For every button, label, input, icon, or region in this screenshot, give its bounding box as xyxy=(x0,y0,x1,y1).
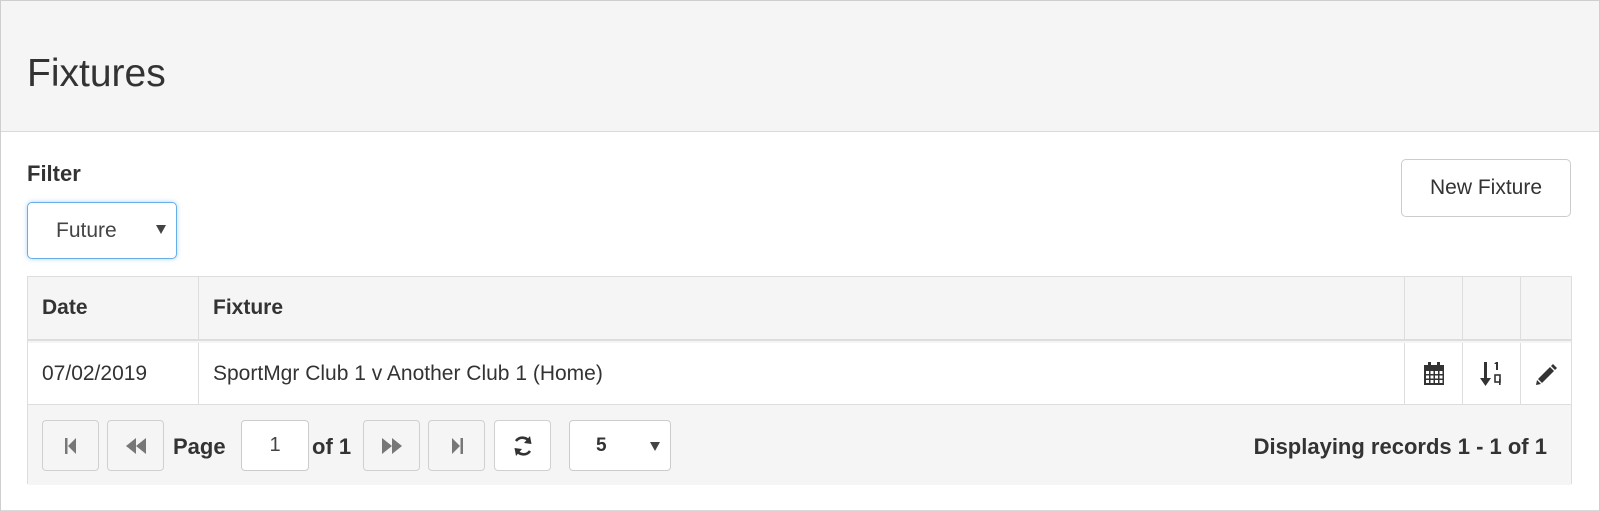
page-count-label: of 1 xyxy=(312,434,352,459)
record-count-text: Displaying records 1 - 1 of 1 xyxy=(1253,434,1547,459)
fixtures-panel: Fixtures Filter Future New Fixture Date … xyxy=(0,0,1600,511)
column-header-label: Date xyxy=(42,296,88,319)
next-page-button[interactable] xyxy=(363,420,420,471)
fixture-value: SportMgr Club 1 v Another Club 1 (Home) xyxy=(213,361,603,385)
sort-button[interactable] xyxy=(1463,343,1521,404)
refresh-icon xyxy=(514,435,531,456)
edit-button[interactable] xyxy=(1521,343,1573,404)
page-number-input[interactable]: 1 xyxy=(241,420,309,471)
filter-label: Filter xyxy=(27,161,81,186)
column-header-date[interactable]: Date xyxy=(28,277,199,339)
page-size-value: 5 xyxy=(596,435,607,456)
dropdown-caret-icon xyxy=(650,442,660,451)
new-fixture-button[interactable]: New Fixture xyxy=(1401,159,1571,217)
dropdown-caret-icon xyxy=(156,225,166,234)
previous-page-icon xyxy=(125,437,146,454)
calendar-button[interactable] xyxy=(1405,343,1463,404)
previous-page-button[interactable] xyxy=(107,420,164,471)
fixtures-grid: Date Fixture 07/02/2019 SportMgr Club 1 … xyxy=(27,276,1572,485)
panel-heading: Fixtures xyxy=(1,1,1599,132)
calendar-icon xyxy=(1423,361,1444,385)
last-page-button[interactable] xyxy=(428,420,485,471)
filter-selected-value: Future xyxy=(56,219,117,242)
sort-numeric-icon xyxy=(1479,361,1501,386)
column-header-action-2 xyxy=(1463,277,1521,339)
last-page-icon xyxy=(451,437,463,454)
pencil-icon xyxy=(1536,363,1557,385)
column-header-action-1 xyxy=(1405,277,1463,339)
cell-date: 07/02/2019 xyxy=(28,343,199,404)
page-size-select[interactable]: 5 xyxy=(569,420,671,471)
date-value: 07/02/2019 xyxy=(42,361,148,385)
table-header: Date Fixture xyxy=(28,277,1571,341)
first-page-button[interactable] xyxy=(42,420,99,471)
filter-select[interactable]: Future xyxy=(27,202,177,259)
refresh-button[interactable] xyxy=(494,420,551,471)
page-label: Page xyxy=(173,434,226,459)
page-title: Fixtures xyxy=(27,52,166,95)
first-page-icon xyxy=(64,437,76,454)
table-row: 07/02/2019 SportMgr Club 1 v Another Clu… xyxy=(28,343,1571,405)
column-header-action-3 xyxy=(1521,277,1573,339)
cell-fixture: SportMgr Club 1 v Another Club 1 (Home) xyxy=(199,343,1405,404)
pagination-bar: Page 1 of 1 5 Displaying records 1 - 1 o… xyxy=(28,406,1571,485)
next-page-icon xyxy=(381,437,402,454)
column-header-fixture[interactable]: Fixture xyxy=(199,277,1405,339)
column-header-label: Fixture xyxy=(213,296,284,319)
